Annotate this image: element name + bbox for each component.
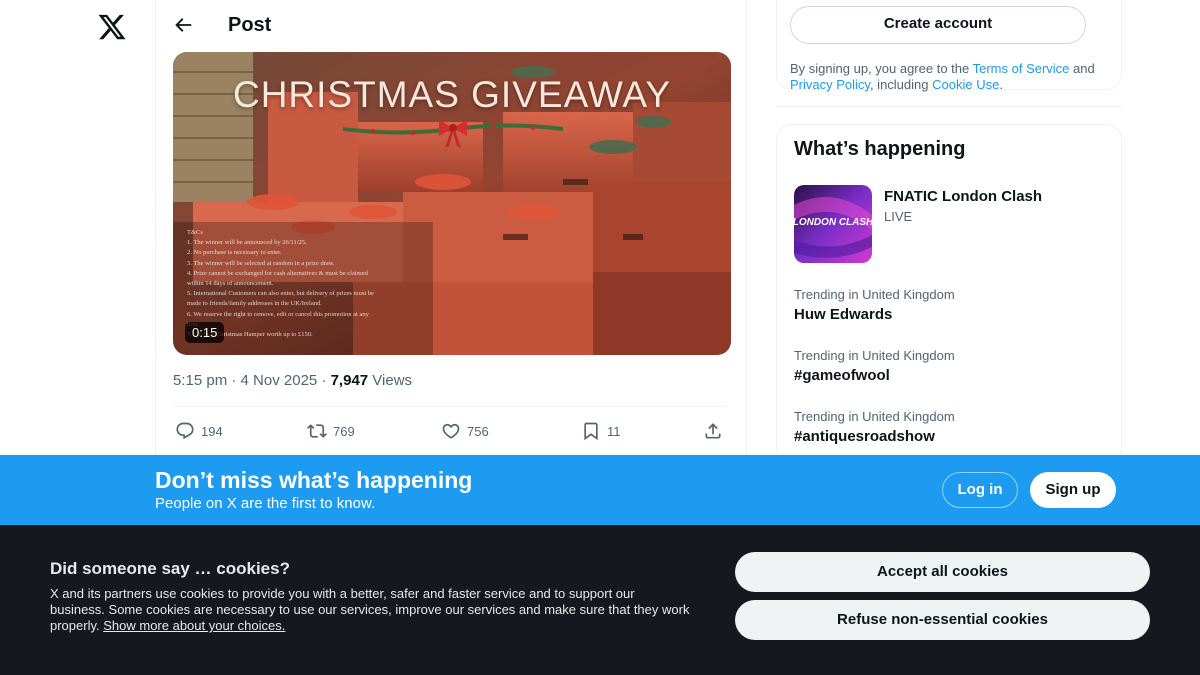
event-name: FNATIC London Clash: [884, 188, 1043, 205]
cookie-choices-link[interactable]: Show more about your choices.: [103, 618, 285, 633]
trend-item[interactable]: Trending in United Kingdom #gameofwool: [794, 348, 1104, 392]
trend-item[interactable]: Trending in United Kingdom Huw Edwards: [794, 287, 1104, 331]
trend-item[interactable]: Trending in United Kingdom #antiquesroad…: [794, 409, 1104, 453]
signup-prompt-bar: Don’t miss what’s happening People on X …: [0, 455, 1200, 525]
post-column: Post CHRISTMAS GIVEAWAY T&Cs 1. The winn…: [155, 0, 747, 455]
post-meta: 5:15 pm · 4 Nov 2025 · 7,947 Views: [173, 372, 412, 389]
trend-context: Trending in United Kingdom: [794, 409, 955, 424]
heart-icon: [442, 423, 460, 439]
trend-name: #gameofwool: [794, 367, 890, 384]
signup-button[interactable]: Sign up: [1030, 472, 1116, 508]
whats-happening-panel: What’s happening LONDON CLASH FNATIC Lon…: [776, 124, 1122, 464]
repost-count: 769: [333, 423, 355, 439]
whats-happening-title: What’s happening: [794, 138, 966, 160]
accept-cookies-button[interactable]: Accept all cookies: [735, 552, 1150, 592]
video-duration-badge: 0:15: [185, 322, 225, 343]
refuse-cookies-button[interactable]: Refuse non-essential cookies: [735, 600, 1150, 640]
repost-icon: [307, 424, 327, 438]
trend-context: Trending in United Kingdom: [794, 348, 955, 363]
views-label: Views: [368, 372, 413, 389]
views-count: 7,947: [330, 372, 369, 389]
video-overlay-title: CHRISTMAS GIVEAWAY: [232, 74, 672, 115]
repost-button[interactable]: 769: [307, 418, 355, 444]
x-logo-icon[interactable]: [97, 12, 127, 42]
create-account-button[interactable]: Create account: [790, 6, 1086, 44]
event-status: LIVE: [884, 209, 913, 224]
login-button[interactable]: Log in: [942, 472, 1018, 508]
bookmark-count: 11: [607, 423, 621, 439]
live-event-item[interactable]: LONDON CLASH FNATIC London Clash LIVE: [794, 185, 1104, 265]
signup-prompt-title: Don’t miss what’s happening: [155, 467, 473, 493]
page-title: Post: [228, 14, 272, 36]
reply-icon: [176, 422, 194, 440]
svg-text:LONDON CLASH: LONDON CLASH: [794, 217, 872, 228]
post-timestamp[interactable]: 5:15 pm · 4 Nov 2025 ·: [173, 372, 331, 389]
privacy-policy-link[interactable]: Privacy Policy: [790, 77, 870, 92]
post-header: Post: [156, 0, 746, 52]
cookie-use-link[interactable]: Cookie Use: [932, 77, 999, 92]
post-video[interactable]: CHRISTMAS GIVEAWAY T&Cs 1. The winner wi…: [173, 52, 731, 355]
like-count: 756: [467, 423, 489, 439]
signup-prompt-subtitle: People on X are the first to know.: [155, 495, 376, 512]
back-arrow-icon[interactable]: [170, 12, 196, 38]
trend-name: Huw Edwards: [794, 306, 893, 323]
cookie-title: Did someone say … cookies?: [50, 559, 290, 578]
trend-context: Trending in United Kingdom: [794, 287, 955, 302]
terms-of-service-link[interactable]: Terms of Service: [973, 61, 1070, 76]
bookmark-button[interactable]: 11: [581, 418, 621, 444]
reply-count: 194: [201, 423, 223, 439]
event-thumbnail: LONDON CLASH: [794, 185, 872, 263]
signup-card: Create account By signing up, you agree …: [776, 0, 1122, 92]
bow-icon: [439, 120, 467, 148]
cookie-banner: Did someone say … cookies? X and its par…: [0, 525, 1200, 675]
trend-name: #antiquesroadshow: [794, 428, 935, 445]
signup-terms: By signing up, you agree to the Terms of…: [790, 61, 1095, 92]
share-button[interactable]: [703, 418, 723, 444]
share-icon: [705, 423, 721, 439]
cookie-description: X and its partners use cookies to provid…: [50, 586, 690, 633]
bookmark-icon: [584, 422, 598, 441]
like-button[interactable]: 756: [441, 418, 489, 444]
post-actions: 194 769 756 11: [173, 418, 731, 444]
divider: [173, 406, 726, 407]
reply-button[interactable]: 194: [175, 418, 223, 444]
divider: [776, 106, 1122, 107]
